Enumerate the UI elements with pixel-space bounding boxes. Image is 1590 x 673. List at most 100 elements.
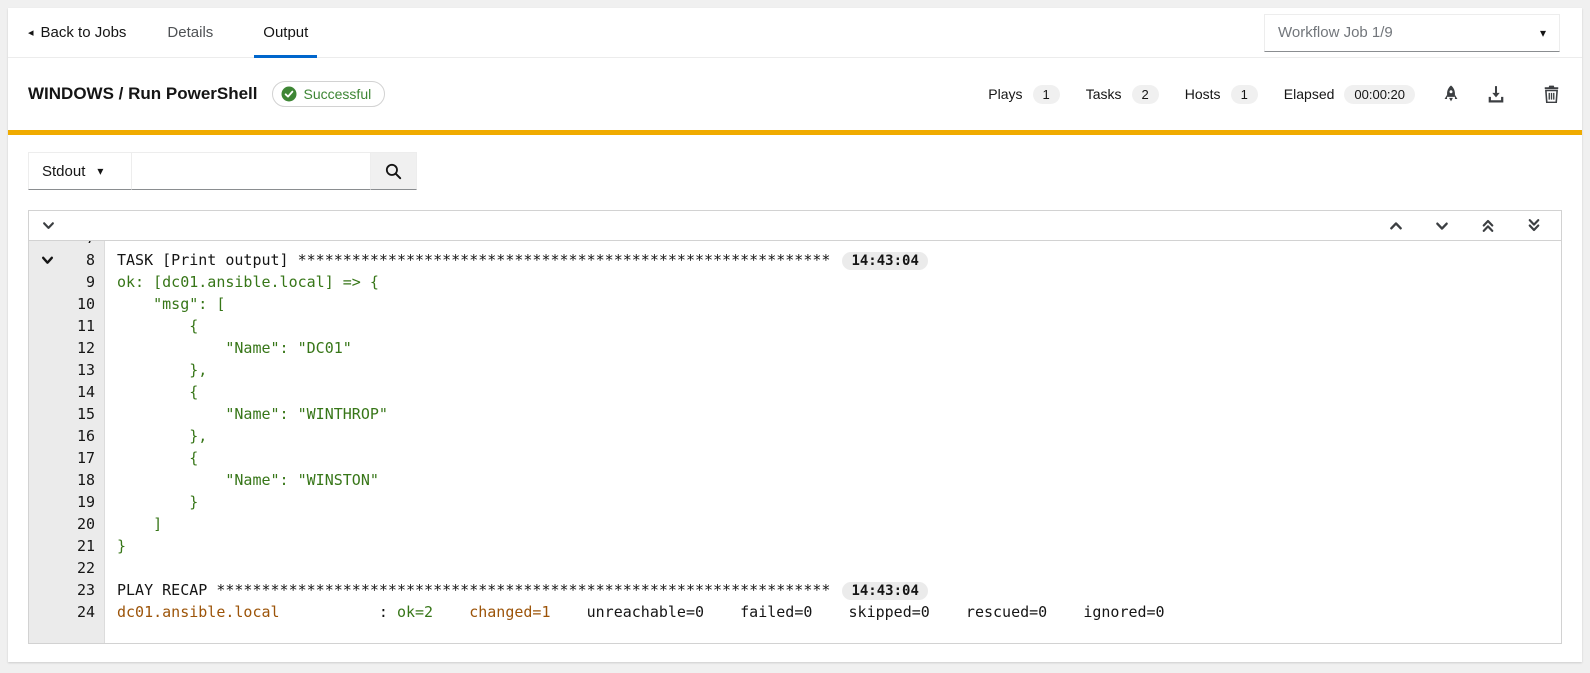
expand-task-chevron-icon[interactable] <box>41 254 54 267</box>
workflow-job-select-value: Workflow Job 1/9 <box>1278 24 1393 41</box>
log-text <box>105 241 117 249</box>
tab-details[interactable]: Details <box>158 8 222 58</box>
output-log-viewport[interactable]: 78TASK [Print output] ******************… <box>29 241 1561 643</box>
tab-output[interactable]: Output <box>254 8 317 58</box>
chevron-down-icon: ▾ <box>97 164 103 178</box>
search-submit-button[interactable] <box>371 152 417 190</box>
scroll-next-button[interactable] <box>1435 219 1449 233</box>
relaunch-button[interactable] <box>1442 85 1460 103</box>
back-to-jobs-link[interactable]: ◂ Back to Jobs <box>28 24 126 41</box>
log-line: 19 } <box>29 491 1561 513</box>
line-number-gutter: 24 <box>29 601 105 623</box>
hosts-count-badge: 1 <box>1231 85 1258 104</box>
back-arrow-icon: ◂ <box>28 26 34 39</box>
delete-job-button[interactable] <box>1543 85 1560 103</box>
download-output-button[interactable] <box>1487 85 1505 103</box>
elapsed-time-badge: 00:00:20 <box>1344 85 1415 104</box>
trash-icon <box>1543 85 1560 103</box>
log-line: 14 { <box>29 381 1561 403</box>
log-text: "Name": "WINTHROP" <box>105 403 388 425</box>
line-number-gutter: 18 <box>29 469 105 491</box>
line-number-gutter: 17 <box>29 447 105 469</box>
log-line: 10 "msg": [ <box>29 293 1561 315</box>
line-number: 17 <box>77 449 95 467</box>
log-text: "msg": [ <box>105 293 225 315</box>
angle-double-down-icon <box>1527 218 1541 233</box>
line-number: 8 <box>86 251 95 269</box>
log-text: ok: [dc01.ansible.local] => { <box>105 271 379 293</box>
stdout-output-panel: 78TASK [Print output] ******************… <box>28 210 1562 644</box>
line-number-gutter: 11 <box>29 315 105 337</box>
job-status-color-bar <box>8 130 1582 135</box>
log-line: 23PLAY RECAP ***************************… <box>29 579 1561 601</box>
angle-up-icon <box>1389 219 1403 233</box>
stat-elapsed: Elapsed 00:00:20 <box>1284 85 1415 104</box>
line-number-gutter: 7 <box>29 241 105 249</box>
log-text: "Name": "WINSTON" <box>105 469 379 491</box>
line-number: 18 <box>77 471 95 489</box>
log-line: 20 ] <box>29 513 1561 535</box>
log-text: "Name": "DC01" <box>105 337 352 359</box>
status-badge: Successful <box>272 81 386 107</box>
log-line: 9 ok: [dc01.ansible.local] => { <box>29 271 1561 293</box>
log-line <box>29 623 1561 643</box>
log-line: 12 "Name": "DC01" <box>29 337 1561 359</box>
tabbar: ◂ Back to Jobs Details Output Workflow J… <box>8 8 1582 58</box>
scroll-previous-button[interactable] <box>1389 219 1403 233</box>
search-filter-select[interactable]: Stdout ▾ <box>28 152 132 190</box>
log-line: 18 "Name": "WINSTON" <box>29 469 1561 491</box>
line-number: 10 <box>77 295 95 313</box>
line-number-gutter: 10 <box>29 293 105 315</box>
page-title: WINDOWS / Run PowerShell <box>28 84 258 104</box>
log-text: }, <box>105 425 207 447</box>
log-line: 13 }, <box>29 359 1561 381</box>
line-number-gutter <box>29 623 105 643</box>
stat-tasks: Tasks 2 <box>1086 85 1159 104</box>
log-line: 22 <box>29 557 1561 579</box>
line-number: 13 <box>77 361 95 379</box>
line-number: 11 <box>77 317 95 335</box>
line-number-gutter: 22 <box>29 557 105 579</box>
stat-plays: Plays 1 <box>988 85 1059 104</box>
log-line: 21} <box>29 535 1561 557</box>
workflow-job-select[interactable]: Workflow Job 1/9 ▾ <box>1264 14 1560 52</box>
search-filter-value: Stdout <box>42 163 85 180</box>
log-text: { <box>105 381 198 403</box>
line-number: 22 <box>77 559 95 577</box>
log-text: dc01.ansible.local : ok=2 changed=1 unre… <box>105 601 1165 623</box>
tasks-count-badge: 2 <box>1132 85 1159 104</box>
line-number: 14 <box>77 383 95 401</box>
download-icon <box>1487 85 1505 103</box>
log-text: { <box>105 447 198 469</box>
scroll-first-button[interactable] <box>1481 218 1495 233</box>
search-icon <box>385 163 402 180</box>
log-lines: 78TASK [Print output] ******************… <box>29 241 1561 643</box>
line-number-gutter: 14 <box>29 381 105 403</box>
log-text: } <box>105 491 198 513</box>
line-number-gutter: 9 <box>29 271 105 293</box>
log-text <box>105 557 117 579</box>
line-number: 7 <box>86 241 95 247</box>
collapse-all-toggle[interactable] <box>42 219 55 232</box>
line-number-gutter: 21 <box>29 535 105 557</box>
line-number: 16 <box>77 427 95 445</box>
line-number-gutter: 19 <box>29 491 105 513</box>
log-text: PLAY RECAP *****************************… <box>105 579 928 601</box>
job-output-card: ◂ Back to Jobs Details Output Workflow J… <box>8 8 1582 662</box>
log-text: }, <box>105 359 207 381</box>
log-line: 24dc01.ansible.local : ok=2 changed=1 un… <box>29 601 1561 623</box>
line-number-gutter: 15 <box>29 403 105 425</box>
back-to-jobs-label: Back to Jobs <box>41 24 127 41</box>
line-number-gutter: 16 <box>29 425 105 447</box>
job-stats: Plays 1 Tasks 2 Hosts 1 Elapsed 00:00:20 <box>988 85 1560 104</box>
line-number-gutter: 13 <box>29 359 105 381</box>
search-input[interactable] <box>132 152 371 190</box>
line-number: 9 <box>86 273 95 291</box>
job-header: WINDOWS / Run PowerShell Successful Play… <box>8 58 1582 130</box>
line-number-gutter: 8 <box>29 249 105 271</box>
line-number: 12 <box>77 339 95 357</box>
output-panel-toolbar <box>29 211 1561 241</box>
scroll-last-button[interactable] <box>1527 218 1541 233</box>
scroll-nav-group <box>1389 218 1541 233</box>
log-line: 17 { <box>29 447 1561 469</box>
